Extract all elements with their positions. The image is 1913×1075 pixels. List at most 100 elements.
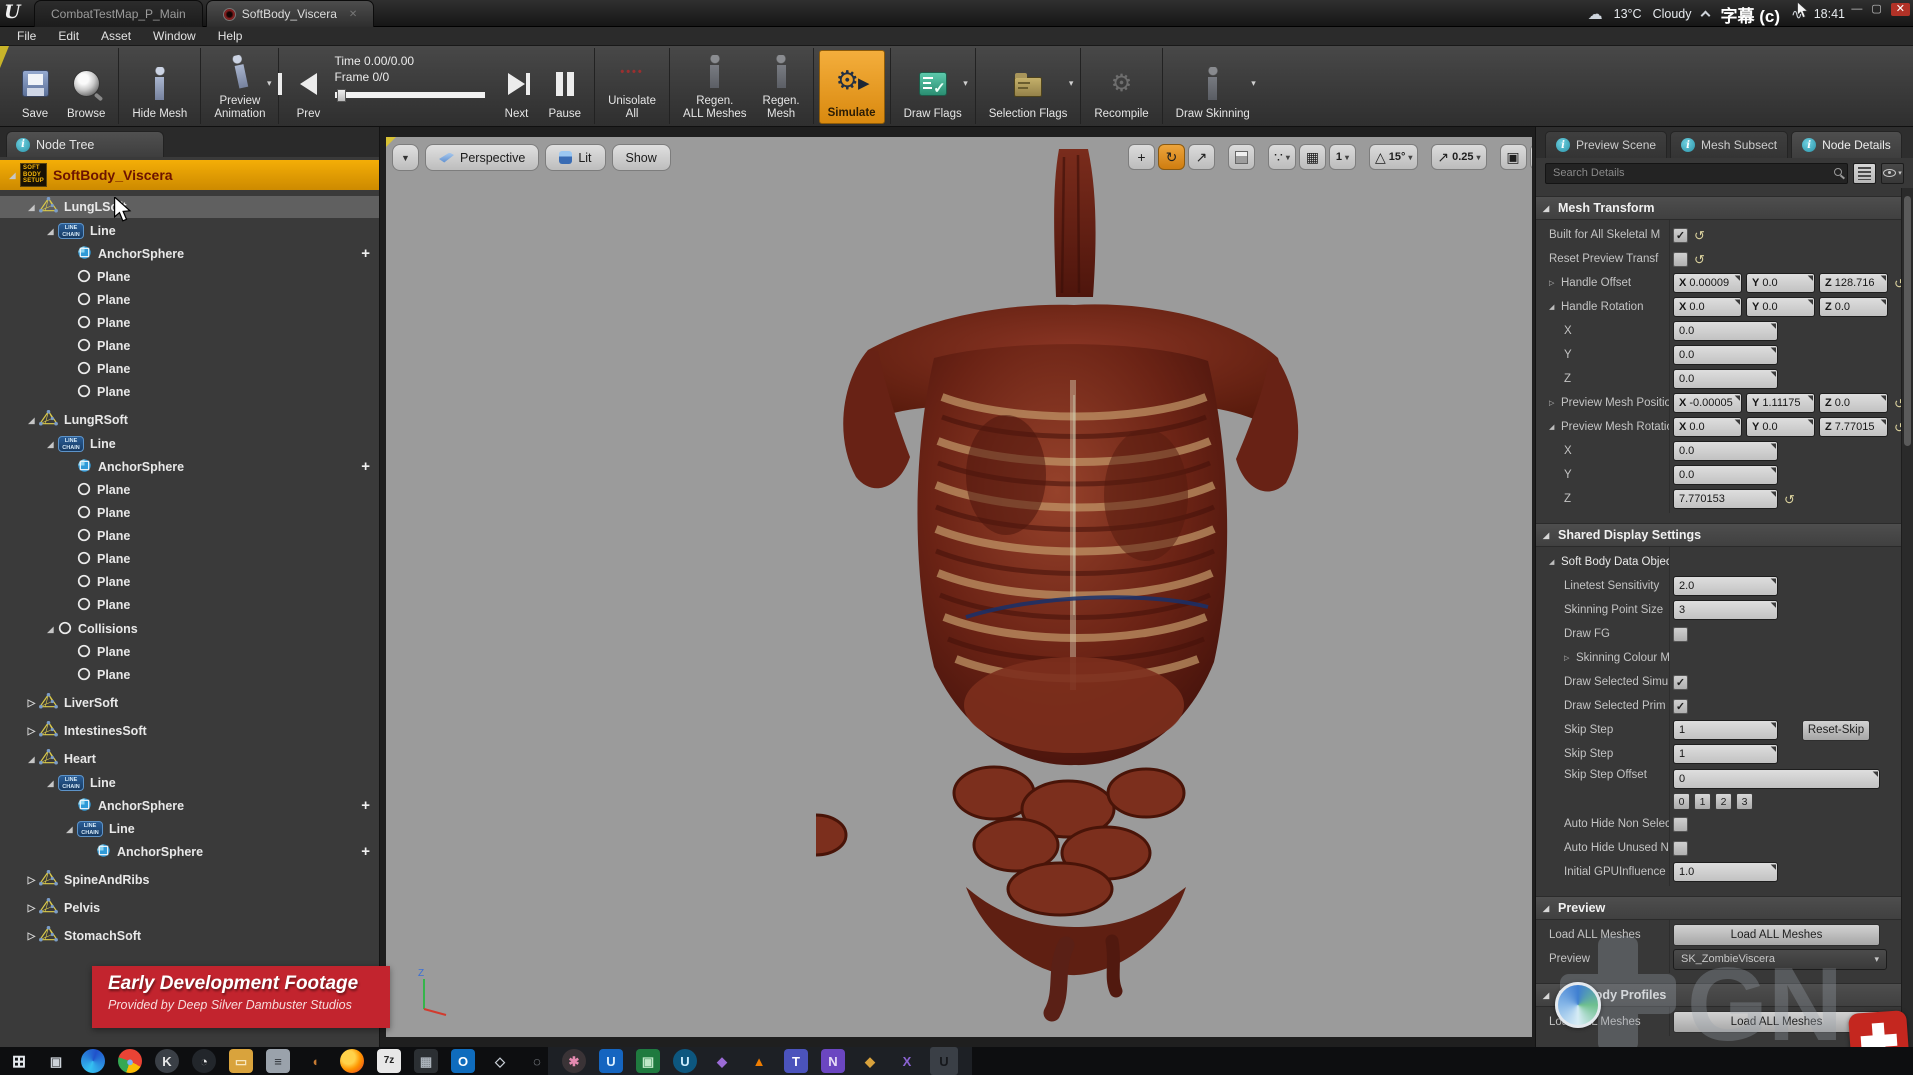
add-node-button[interactable]: + bbox=[361, 458, 370, 475]
scrollbar-thumb[interactable] bbox=[1904, 196, 1911, 446]
firefox-browser-icon[interactable] bbox=[340, 1049, 364, 1073]
volume-mixer-icon[interactable]: ◖ bbox=[303, 1049, 327, 1073]
tree-row-spineandribs[interactable]: ▷SpineAndRibs bbox=[0, 869, 379, 891]
toolbar-regen-all-meshes-button[interactable]: Regen. ALL Meshes bbox=[675, 50, 755, 124]
vs-installer-icon[interactable]: ◆ bbox=[710, 1049, 734, 1073]
tree-row-anchorsphere[interactable]: AnchorSphere+ bbox=[0, 841, 379, 863]
expand-closed-icon[interactable]: ▷ bbox=[1549, 279, 1558, 287]
gold-app-icon[interactable]: ◆ bbox=[858, 1049, 882, 1073]
y-field[interactable]: Y1.11175 bbox=[1746, 393, 1815, 413]
tab-node-details[interactable]: iNode Details bbox=[1791, 131, 1902, 158]
tree-row-plane[interactable]: Plane bbox=[0, 358, 379, 380]
tree-row-line[interactable]: ◢LINE CHAINLine bbox=[0, 433, 379, 455]
vlc-player-icon[interactable]: ▲ bbox=[747, 1049, 771, 1073]
chevron-down-icon[interactable]: ▾ bbox=[267, 78, 272, 89]
expand-open-icon[interactable]: ◢ bbox=[24, 416, 39, 425]
app-u-blue-icon[interactable]: U bbox=[599, 1049, 623, 1073]
expand-open-icon[interactable]: ◢ bbox=[43, 440, 58, 449]
expand-closed-icon[interactable]: ▷ bbox=[1549, 399, 1558, 407]
tree-row-plane[interactable]: Plane bbox=[0, 266, 379, 288]
timeline-slider[interactable] bbox=[334, 91, 486, 99]
checkbox[interactable] bbox=[1673, 627, 1688, 642]
tab-preview-scene[interactable]: iPreview Scene bbox=[1545, 131, 1667, 158]
load-all-meshes-button[interactable]: Load ALL Meshes bbox=[1673, 924, 1880, 946]
viewport-perspective-button[interactable]: Perspective bbox=[425, 144, 539, 171]
reset-icon[interactable]: ↺ bbox=[1894, 421, 1901, 434]
tree-row-plane[interactable]: Plane bbox=[0, 502, 379, 524]
maximize-button[interactable]: ▢ bbox=[1871, 4, 1881, 15]
notepad-app-icon[interactable]: ≡ bbox=[266, 1049, 290, 1073]
number-field[interactable]: 7.770153 bbox=[1673, 489, 1778, 509]
expand-closed-icon[interactable]: ▷ bbox=[1564, 654, 1573, 662]
tree-row-plane[interactable]: Plane bbox=[0, 664, 379, 686]
tree-row-lunglsoft[interactable]: ◢LungLSoft bbox=[0, 196, 379, 218]
tree-row-plane[interactable]: Plane bbox=[0, 312, 379, 334]
expand-open-icon[interactable]: ◢ bbox=[5, 171, 20, 180]
tree-row-plane[interactable]: Plane bbox=[0, 479, 379, 501]
tree-row-plane[interactable]: Plane bbox=[0, 594, 379, 616]
expand-open-icon[interactable]: ◢ bbox=[1549, 558, 1558, 566]
number-field[interactable]: 0.0 bbox=[1673, 321, 1778, 341]
weather-temp[interactable]: 13°C bbox=[1614, 7, 1642, 21]
tree-row-anchorsphere[interactable]: AnchorSphere+ bbox=[0, 456, 379, 478]
asset-tab-softbody-viscera[interactable]: SoftBody_Viscera✕ bbox=[206, 0, 375, 27]
chrome-browser-icon[interactable]: ● bbox=[118, 1049, 142, 1073]
number-field[interactable]: 0.0 bbox=[1673, 465, 1778, 485]
sync-app-icon[interactable]: ◌ bbox=[525, 1049, 549, 1073]
tree-row-liversoft[interactable]: ▷LiverSoft bbox=[0, 692, 379, 714]
vscode-app-icon[interactable]: X bbox=[895, 1049, 919, 1073]
expand-open-icon[interactable]: ◢ bbox=[1549, 423, 1558, 431]
add-node-button[interactable]: + bbox=[361, 797, 370, 814]
visibility-filter-button[interactable]: ▾ bbox=[1881, 163, 1904, 184]
ime-caption[interactable]: 字幕 (c) bbox=[1720, 2, 1780, 27]
y-field[interactable]: Y0.0 bbox=[1746, 273, 1815, 293]
reset-skip-button[interactable]: Reset-Skip bbox=[1802, 720, 1870, 741]
checkbox[interactable] bbox=[1673, 252, 1688, 267]
expand-open-icon[interactable]: ◢ bbox=[1549, 303, 1558, 311]
list-view-button[interactable] bbox=[1853, 163, 1876, 184]
offset-option-0[interactable]: 0 bbox=[1673, 793, 1690, 810]
scale-snap-button[interactable]: ↗0.25▾ bbox=[1431, 144, 1486, 170]
search-input[interactable] bbox=[1545, 163, 1848, 184]
expand-open-icon[interactable]: ◢ bbox=[43, 625, 58, 634]
green-capture-app-icon[interactable]: ▣ bbox=[636, 1049, 660, 1073]
offset-option-2[interactable]: 2 bbox=[1715, 793, 1732, 810]
z-field[interactable]: Z128.716 bbox=[1819, 273, 1888, 293]
expand-open-icon[interactable]: ◢ bbox=[43, 227, 58, 236]
viewport-menu-button[interactable]: ▼ bbox=[392, 144, 419, 171]
toolbar-pause-button[interactable]: Pause bbox=[540, 50, 589, 124]
expand-open-icon[interactable]: ◢ bbox=[24, 203, 39, 212]
weather-desc[interactable]: Cloudy bbox=[1653, 7, 1692, 21]
number-field[interactable]: 0.0 bbox=[1673, 345, 1778, 365]
chevron-down-icon[interactable]: ▾ bbox=[1251, 78, 1256, 89]
checkbox-checked[interactable]: ✓ bbox=[1673, 699, 1688, 714]
menu-item-help[interactable]: Help bbox=[207, 28, 254, 44]
tray-swirl-icon[interactable]: ∿ bbox=[1791, 6, 1803, 23]
n-purple-app-icon[interactable]: N bbox=[821, 1049, 845, 1073]
details-scrollbar[interactable] bbox=[1901, 188, 1913, 1047]
screen-capture-button[interactable]: ▣ bbox=[1500, 144, 1527, 170]
reset-icon[interactable]: ↺ bbox=[1894, 277, 1901, 290]
toolbar-prev-button[interactable]: Prev bbox=[284, 50, 332, 124]
toolbar-browse-button[interactable]: Browse bbox=[59, 50, 113, 124]
x-field[interactable]: X0.0 bbox=[1673, 417, 1742, 437]
close-button[interactable]: ✕ bbox=[1891, 3, 1910, 16]
checkbox-checked[interactable]: ✓ bbox=[1673, 675, 1688, 690]
viewport-3d[interactable]: ▼PerspectiveLitShow +↻↗∵▾▦1▾△15°▾↗0.25▾▣… bbox=[386, 137, 1532, 1037]
edge-browser-icon[interactable] bbox=[81, 1049, 105, 1073]
menu-item-edit[interactable]: Edit bbox=[47, 28, 90, 44]
checkbox[interactable] bbox=[1673, 841, 1688, 856]
offset-option-3[interactable]: 3 bbox=[1736, 793, 1753, 810]
tree-row-anchorsphere[interactable]: AnchorSphere+ bbox=[0, 795, 379, 817]
viewport-lit-button[interactable]: Lit bbox=[545, 144, 605, 171]
tree-row-intestinessoft[interactable]: ▷IntestinesSoft bbox=[0, 720, 379, 742]
section-header-shared-display-settings[interactable]: ◢Shared Display Settings bbox=[1536, 523, 1901, 547]
file-explorer-icon[interactable]: ▭ bbox=[229, 1049, 253, 1073]
expand-closed-icon[interactable]: ▷ bbox=[24, 931, 39, 942]
surface-snap-button[interactable]: ∵▾ bbox=[1268, 144, 1296, 170]
expand-closed-icon[interactable]: ▷ bbox=[24, 726, 39, 737]
x-field[interactable]: X-0.00005 bbox=[1673, 393, 1742, 413]
rotation-snap-button[interactable]: △15°▾ bbox=[1369, 144, 1418, 170]
unreal-engine-icon[interactable]: U bbox=[932, 1049, 956, 1073]
clock-app-icon[interactable]: ◔ bbox=[192, 1049, 216, 1073]
